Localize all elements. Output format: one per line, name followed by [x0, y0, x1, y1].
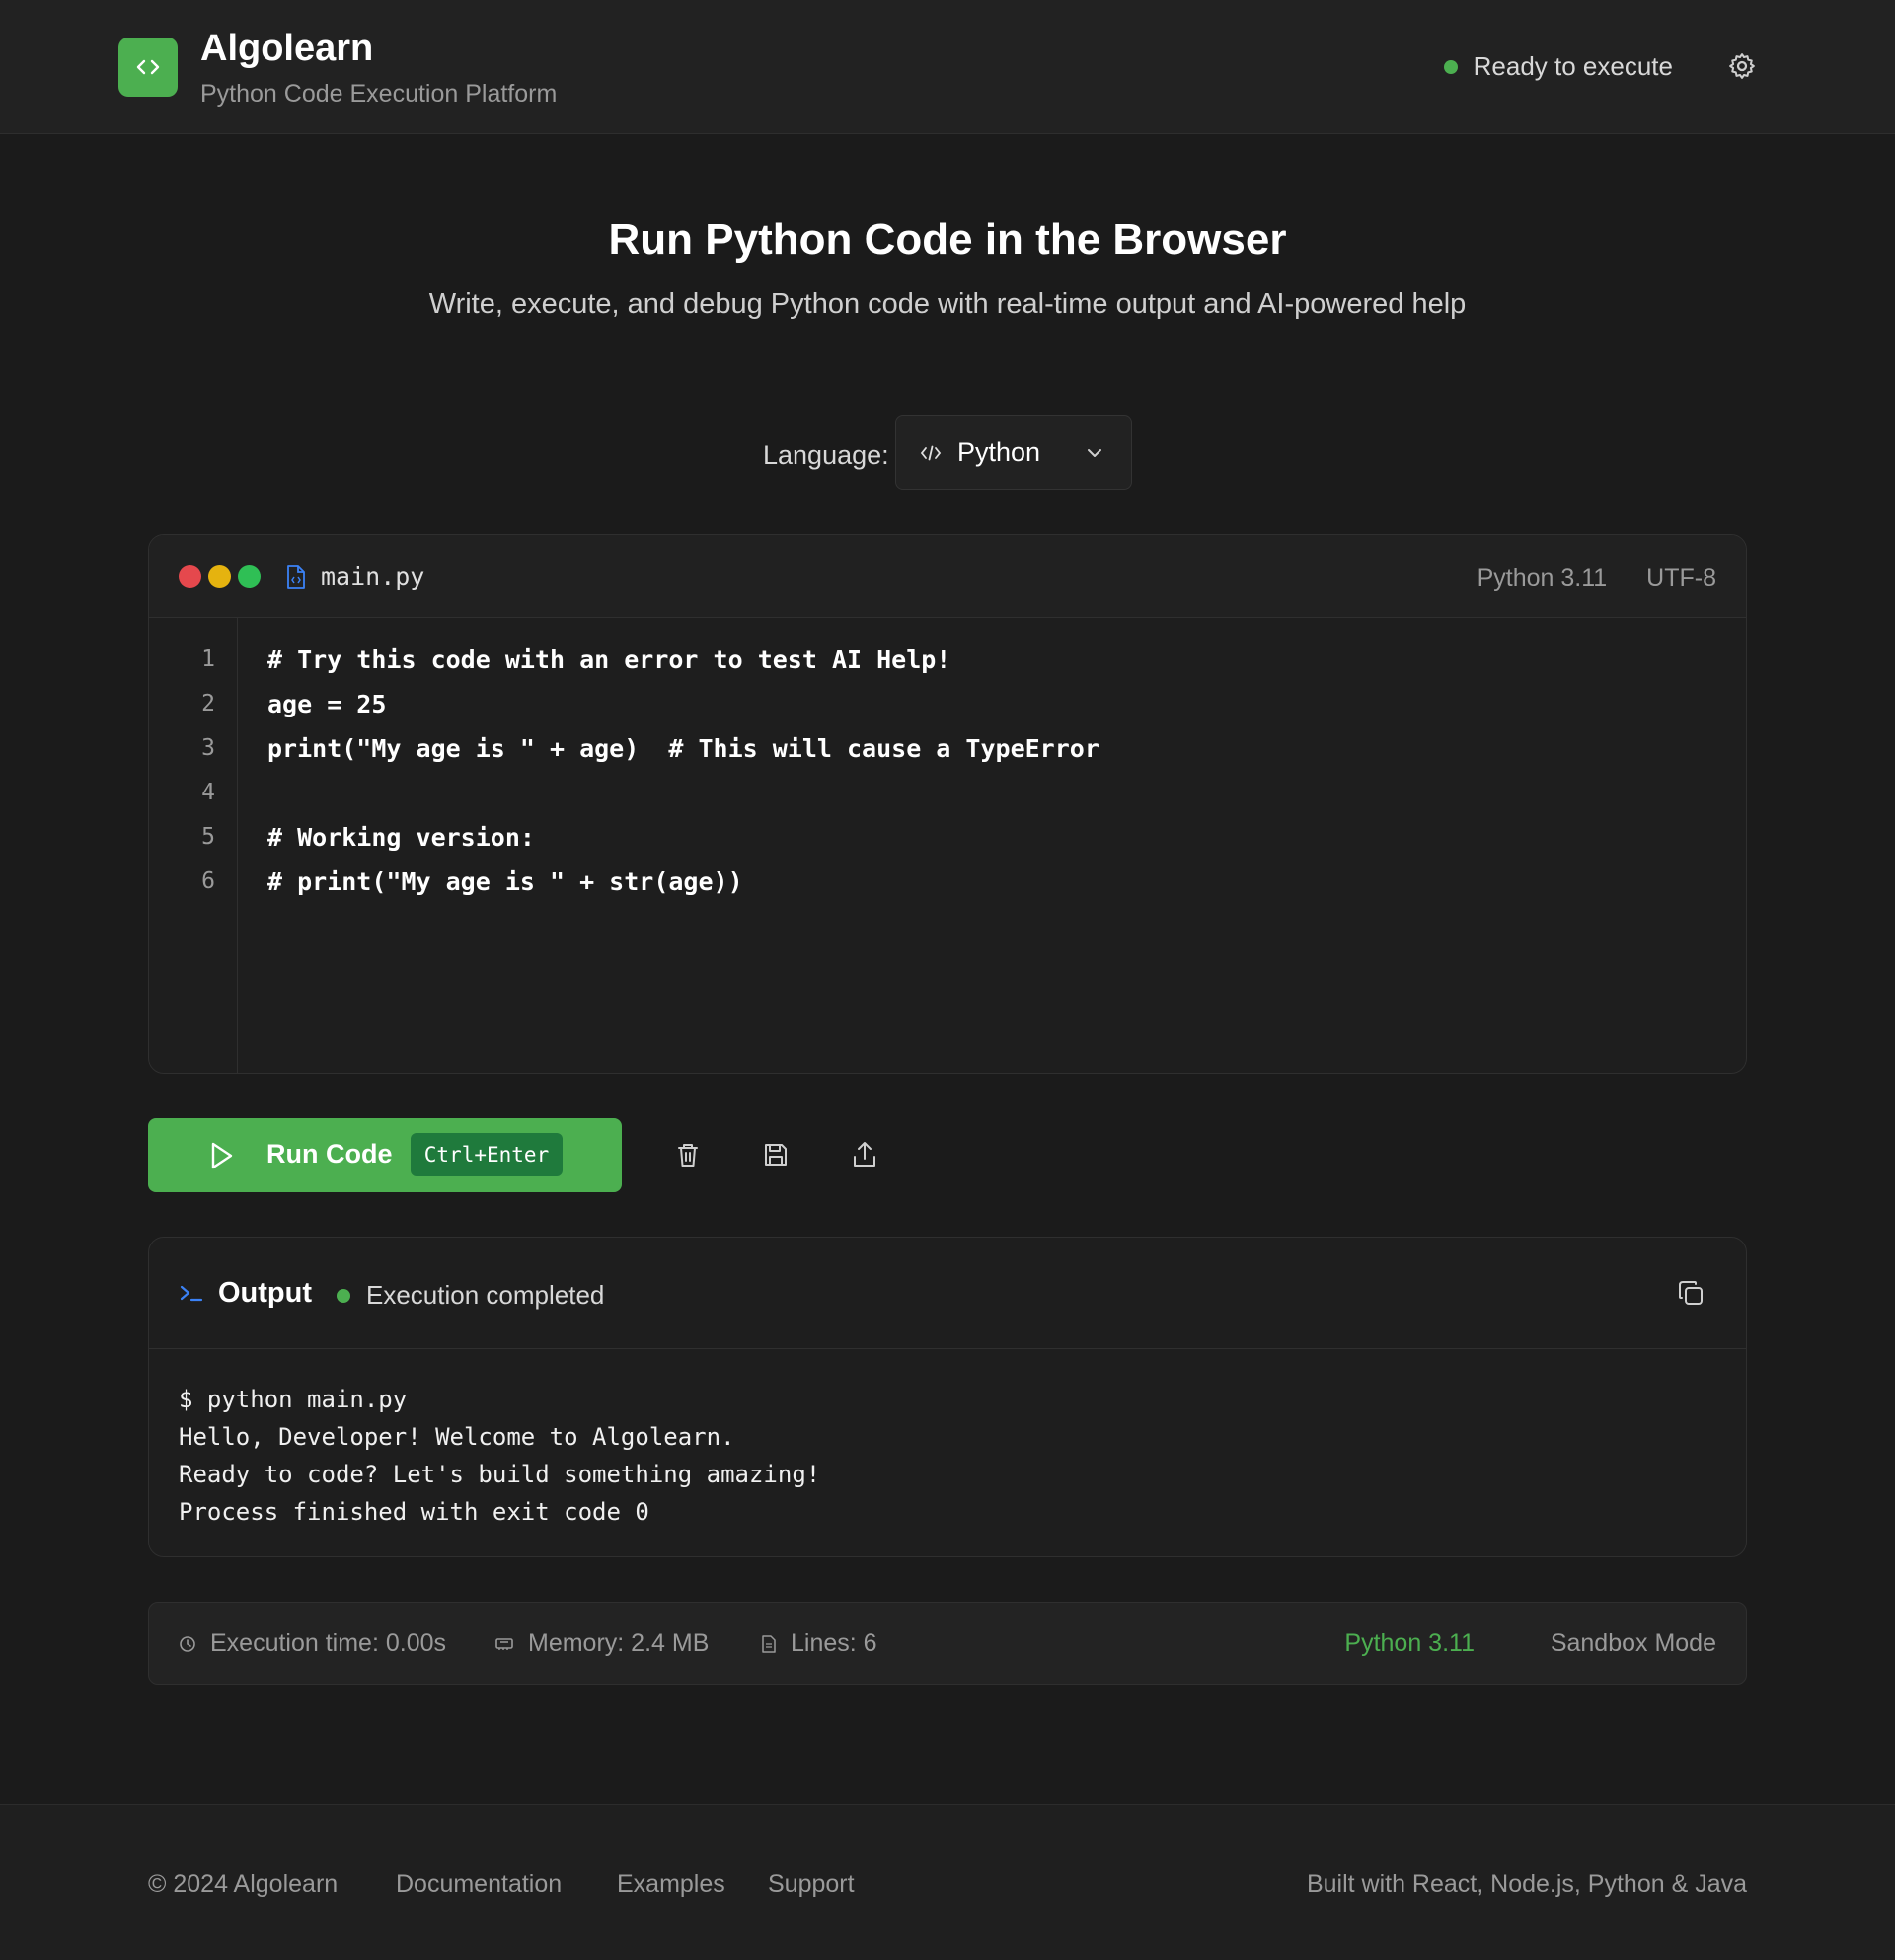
lines-stat: Lines: 6 [761, 1629, 877, 1658]
page-subtitle: Write, execute, and debug Python code wi… [428, 288, 1467, 320]
shortcut-badge: Ctrl+Enter [411, 1133, 563, 1176]
maximize-dot [238, 565, 261, 588]
run-code-label: Run Code [266, 1139, 393, 1168]
output-status-text: Execution completed [366, 1280, 605, 1310]
line-number: 1 [201, 646, 215, 672]
status-dot [1443, 59, 1458, 74]
status-dot [337, 1288, 350, 1303]
code-icon [920, 445, 942, 460]
play-icon [211, 1142, 233, 1169]
share-icon[interactable] [849, 1139, 880, 1170]
output-status: Execution completed [337, 1280, 604, 1311]
footer: © 2024 Algolearn Documentation Examples … [0, 1804, 1895, 1960]
line-number: 2 [201, 691, 215, 716]
memory-stat: Memory: 2.4 MB [494, 1629, 709, 1658]
page-title: Run Python Code in the Browser [608, 215, 1287, 264]
brand-title: Algolearn [200, 28, 374, 69]
editor-version: Python 3.11 [1477, 565, 1608, 592]
code-line[interactable]: age = 25 [267, 682, 1726, 726]
footer-link-documentation[interactable]: Documentation [396, 1870, 562, 1899]
code-line[interactable] [267, 771, 1726, 815]
run-code-button[interactable]: Run Code Ctrl+Enter [148, 1118, 622, 1192]
file-name-tab[interactable]: main.py [321, 563, 424, 591]
memory-text: Memory: 2.4 MB [528, 1629, 710, 1657]
logo [118, 38, 178, 97]
sandbox-mode-stat: Sandbox Mode [1550, 1629, 1716, 1657]
language-value: Python [957, 437, 1041, 467]
copyright: © 2024 Algolearn [148, 1870, 339, 1898]
output-console: $ python main.py Hello, Developer! Welco… [179, 1381, 820, 1531]
output-header: Output Execution completed [149, 1238, 1746, 1349]
built-with: Built with React, Node.js, Python & Java [1306, 1870, 1747, 1898]
lines-text: Lines: 6 [791, 1629, 877, 1657]
window-controls [179, 565, 261, 588]
copy-icon[interactable] [1675, 1277, 1706, 1309]
output-panel: Output Execution completed $ python main… [148, 1237, 1747, 1557]
file-code-icon [287, 565, 305, 589]
footer-link-examples[interactable]: Examples [617, 1870, 725, 1899]
line-number: 5 [201, 824, 215, 850]
save-icon[interactable] [760, 1139, 792, 1170]
output-line: Hello, Developer! Welcome to Algolearn. [179, 1423, 735, 1451]
editor-encoding: UTF-8 [1646, 565, 1716, 592]
exec-time-text: Execution time: 0.00s [210, 1629, 447, 1657]
editor-header: main.py Python 3.11 UTF-8 [149, 535, 1746, 618]
brand-subtitle: Python Code Execution Platform [200, 80, 558, 108]
gear-icon[interactable] [1727, 51, 1757, 81]
memory-chip-icon [495, 1637, 513, 1650]
output-line: Ready to code? Let's build something ama… [179, 1461, 821, 1488]
code-line[interactable]: # Working version: [267, 815, 1726, 860]
line-number: 6 [201, 868, 215, 894]
output-line: $ python main.py [179, 1386, 408, 1413]
clock-icon [180, 1635, 195, 1652]
code-line[interactable]: # print("My age is " + str(age)) [267, 860, 1726, 904]
language-label: Language: [763, 440, 889, 470]
terminal-icon [180, 1285, 203, 1302]
trash-icon[interactable] [672, 1139, 704, 1170]
code-line[interactable]: print("My age is " + age) # This will ca… [267, 726, 1726, 771]
line-number: 4 [201, 780, 215, 805]
status-text: Ready to execute [1473, 51, 1673, 81]
chevron-down-icon [1088, 449, 1101, 457]
exec-time-stat: Execution time: 0.00s [179, 1629, 446, 1658]
code-line[interactable]: # Try this code with an error to test AI… [267, 638, 1726, 682]
stats-bar: Execution time: 0.00s Memory: 2.4 MB Lin… [148, 1602, 1747, 1685]
code-area[interactable]: # Try this code with an error to test AI… [267, 618, 1726, 904]
app-header: Algolearn Python Code Execution Platform… [0, 0, 1895, 134]
close-dot [179, 565, 201, 588]
version-stat: Python 3.11 [1344, 1629, 1475, 1657]
output-line: Process finished with exit code 0 [179, 1498, 649, 1526]
output-title: Output [218, 1277, 313, 1309]
line-number: 3 [201, 735, 215, 761]
editor-meta: Python 3.11 UTF-8 [1478, 565, 1716, 593]
language-select[interactable]: Python [895, 415, 1132, 490]
footer-link-support[interactable]: Support [768, 1870, 855, 1899]
status-indicator: Ready to execute [1443, 51, 1673, 82]
line-number-gutter: 1 2 3 4 5 6 [149, 618, 238, 1073]
code-editor[interactable]: main.py Python 3.11 UTF-8 1 2 3 4 5 6 # … [148, 534, 1747, 1074]
minimize-dot [208, 565, 231, 588]
code-icon [136, 59, 160, 75]
file-icon [762, 1634, 776, 1653]
